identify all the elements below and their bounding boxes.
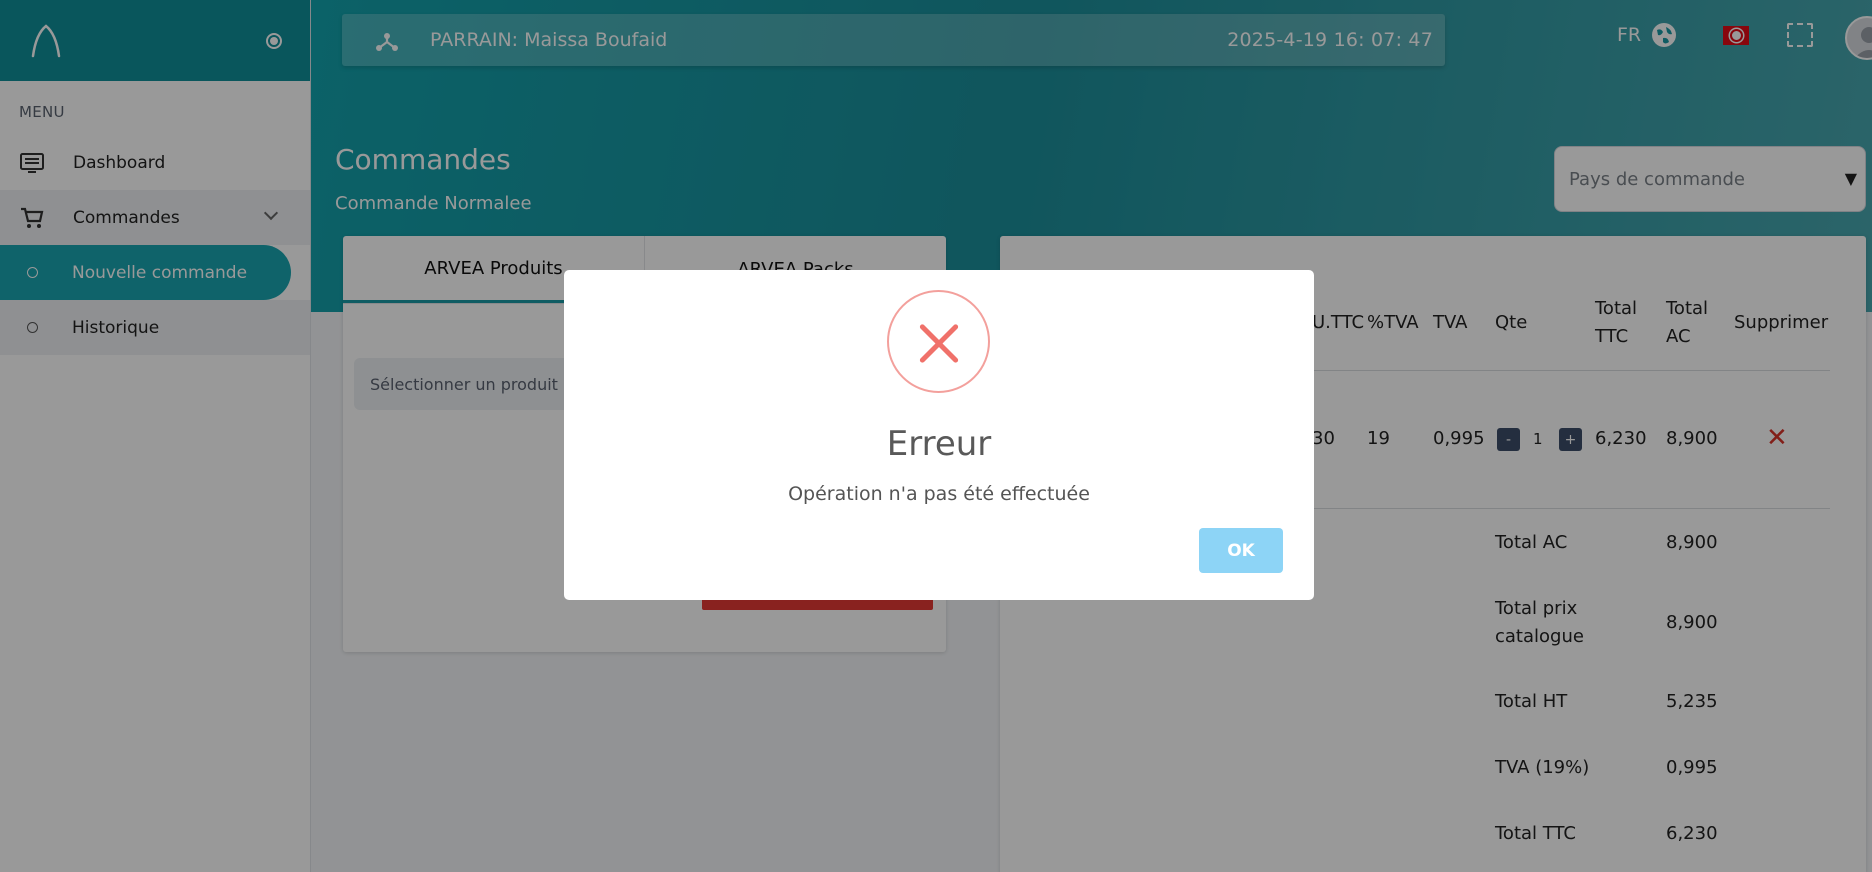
dialog-title: Erreur bbox=[886, 424, 992, 464]
error-x-icon bbox=[887, 290, 990, 393]
dialog-message: Opération n'a pas été effectuée bbox=[788, 483, 1090, 505]
error-dialog: Erreur Opération n'a pas été effectuée O… bbox=[564, 270, 1314, 600]
ok-button[interactable]: OK bbox=[1199, 528, 1283, 573]
